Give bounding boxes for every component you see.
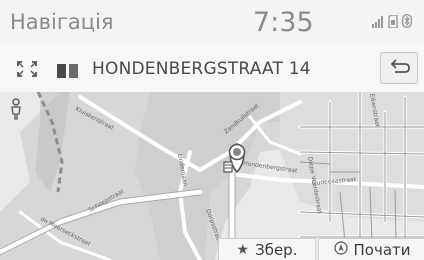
back-button[interactable] — [380, 52, 418, 84]
bluetooth-icon — [401, 13, 413, 32]
person-icon[interactable] — [8, 98, 24, 120]
navigation-icon — [333, 241, 348, 259]
signal-icon — [372, 13, 384, 32]
star-icon: ★ — [236, 242, 250, 258]
save-button-label: Збер. — [255, 241, 298, 259]
system-icons — [372, 13, 413, 32]
address-bar: HONDENBERGSTRAAT 14 — [0, 44, 424, 92]
clock: 7:35 — [253, 7, 314, 38]
start-button-label: Почати — [353, 241, 411, 259]
sd-card-icon — [388, 13, 398, 32]
status-bar: Навігація 7:35 — [0, 0, 424, 45]
save-button[interactable]: ★ Збер. — [218, 238, 316, 260]
country-flag-icon — [57, 63, 79, 78]
back-arrow-icon — [390, 59, 410, 73]
app-title: Навігація — [10, 10, 114, 34]
map-canvas[interactable]: Kluiskenstraat Zandkuilstraat Lindenlaan… — [0, 92, 424, 260]
start-button[interactable]: Почати — [318, 238, 424, 260]
address-text: HONDENBERGSTRAAT 14 — [92, 59, 311, 79]
map-view[interactable]: Kluiskenstraat Zandkuilstraat Lindenlaan… — [0, 92, 424, 260]
expand-icon[interactable] — [17, 61, 37, 77]
navigation-screen: Навігація 7:35 HONDENBERGSTRAAT 14 Kluis… — [0, 0, 424, 260]
